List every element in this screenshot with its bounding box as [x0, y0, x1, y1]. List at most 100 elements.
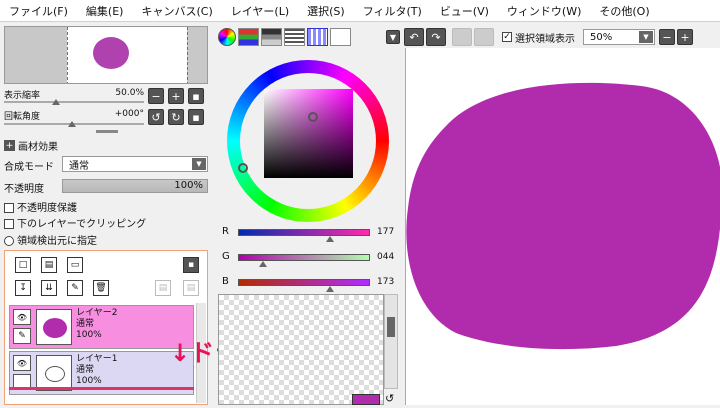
- layer-extra-icon-2: ▤: [183, 280, 199, 296]
- layer-panel: □ ▤ ▭ ▪ ↧ ⇊ ✎ 🗑 ▤ ▤ 👁 ✎ レイヤー2 通常 100% 👁 …: [4, 250, 208, 405]
- layer-thumbnail-blob: [43, 318, 67, 338]
- menu-bar: ファイル(F) 編集(E) キャンバス(C) レイヤー(L) 選択(S) フィル…: [0, 0, 720, 22]
- rotate-reset-button[interactable]: ▪: [188, 109, 204, 125]
- b-slider[interactable]: [238, 279, 370, 286]
- rotation-value: +000°: [114, 109, 144, 119]
- layer-info: レイヤー1 通常 100%: [76, 354, 117, 387]
- saturation-value-square[interactable]: [264, 89, 353, 178]
- layer-extra-icon-1: ▤: [155, 280, 171, 296]
- eye-icon[interactable]: 👁: [13, 355, 31, 371]
- r-label: R: [222, 226, 229, 237]
- preserve-opacity-label: 不透明度保護: [17, 203, 77, 214]
- undo-icon[interactable]: ↶: [404, 28, 424, 46]
- zoom-out-button[interactable]: −: [148, 88, 164, 104]
- layer-opacity: 100%: [76, 376, 102, 386]
- menu-edit[interactable]: 編集(E): [77, 3, 133, 19]
- b-label: B: [222, 276, 229, 287]
- scratchpad[interactable]: [218, 294, 384, 405]
- r-slider[interactable]: [238, 229, 370, 236]
- zoom-slider-thumb[interactable]: [52, 99, 60, 105]
- blend-mode-value: 通常: [69, 160, 89, 172]
- hue-cursor[interactable]: [238, 163, 248, 173]
- clipping-row[interactable]: 下のレイヤーでクリッピング: [4, 215, 146, 230]
- canvas-toolbar: ↶ ↷ ✓ 選択領域表示 50% ▼ − +: [404, 26, 720, 48]
- transfer-down-icon[interactable]: ↧: [15, 280, 31, 296]
- g-slider-thumb[interactable]: [259, 261, 267, 267]
- color-wheel-tab-icon[interactable]: [218, 28, 236, 46]
- menu-filter[interactable]: フィルタ(T): [354, 3, 431, 19]
- canvas-zoom-in-button[interactable]: +: [677, 29, 693, 45]
- preserve-opacity-checkbox[interactable]: [4, 203, 14, 213]
- layer-mode: 通常: [76, 365, 95, 375]
- sv-cursor[interactable]: [308, 112, 318, 122]
- zoom-reset-button[interactable]: ▪: [188, 88, 204, 104]
- scrollbar-thumb[interactable]: [387, 317, 395, 337]
- current-color-swatch[interactable]: [352, 394, 380, 405]
- new-layer-icon[interactable]: □: [15, 257, 31, 273]
- menu-canvas[interactable]: キャンバス(C): [132, 3, 221, 19]
- scratchpad-scrollbar[interactable]: [384, 294, 398, 389]
- new-folder-icon[interactable]: ▭: [67, 257, 83, 273]
- menu-file[interactable]: ファイル(F): [0, 3, 77, 19]
- layer-thumbnail-outline: [45, 366, 65, 382]
- rgb-slider-tab-icon[interactable]: [238, 28, 259, 46]
- menu-select[interactable]: 選択(S): [298, 3, 354, 19]
- selection-source-row[interactable]: 領域検出元に指定: [4, 232, 97, 247]
- layer-mode: 通常: [76, 319, 95, 329]
- clipping-checkbox[interactable]: [4, 219, 14, 229]
- canvas-zoom-out-button[interactable]: −: [659, 29, 675, 45]
- gradient-tab-icon[interactable]: [284, 28, 305, 46]
- invert-selection-icon: [474, 28, 494, 46]
- panel-menu-icon[interactable]: ▼: [386, 30, 400, 44]
- layer-opacity: 100%: [76, 330, 102, 340]
- zoom-value: 50.0%: [115, 88, 144, 98]
- new-layer-set-icon[interactable]: ▤: [41, 257, 57, 273]
- redo-icon[interactable]: ↷: [426, 28, 446, 46]
- layer-row[interactable]: 👁 ✎ レイヤー2 通常 100%: [9, 305, 194, 349]
- eye-icon[interactable]: 👁: [13, 309, 31, 325]
- canvas-zoom-select[interactable]: 50% ▼: [583, 29, 655, 45]
- zoom-in-button[interactable]: +: [168, 88, 184, 104]
- rotate-right-button[interactable]: ↻: [168, 109, 184, 125]
- panel-splitter[interactable]: [96, 130, 118, 133]
- g-slider[interactable]: [238, 254, 370, 261]
- hsv-slider-tab-icon[interactable]: [261, 28, 282, 46]
- navigator-preview[interactable]: [4, 26, 208, 84]
- swatch-tab-icon[interactable]: [307, 28, 328, 46]
- show-selection-label: 選択領域表示: [515, 33, 575, 45]
- scratchpad-tab-icon[interactable]: [330, 28, 351, 46]
- zoom-slider[interactable]: [4, 101, 144, 103]
- menu-view[interactable]: ビュー(V): [431, 3, 498, 19]
- paper-effect-row[interactable]: + 画材効果: [4, 138, 58, 153]
- opacity-label: 不透明度: [4, 184, 44, 195]
- blend-mode-select[interactable]: 通常 ▼: [62, 156, 208, 172]
- opacity-value: 100%: [174, 180, 203, 191]
- menu-layer[interactable]: レイヤー(L): [222, 3, 298, 19]
- swap-color-icon[interactable]: ↺: [385, 392, 394, 405]
- menu-other[interactable]: その他(O): [590, 3, 658, 19]
- layer-panel-menu-icon[interactable]: ▪: [183, 257, 199, 273]
- navigator-view-frame-left: [67, 27, 68, 83]
- merge-down-icon[interactable]: ⇊: [41, 280, 57, 296]
- opacity-slider[interactable]: 100%: [62, 179, 208, 193]
- chevron-down-icon: ▼: [192, 158, 206, 170]
- clear-layer-icon[interactable]: ✎: [67, 280, 83, 296]
- drawing-canvas[interactable]: [405, 48, 720, 405]
- brush-icon[interactable]: ✎: [13, 328, 31, 344]
- layer-thumbnail: [36, 309, 72, 345]
- r-value: 177: [377, 227, 395, 237]
- zoom-row: 表示縮率 50.0%: [4, 88, 144, 102]
- show-selection-checkbox[interactable]: ✓: [502, 32, 512, 42]
- expand-icon[interactable]: +: [4, 140, 15, 151]
- zoom-label: 表示縮率: [4, 91, 41, 101]
- selection-source-radio[interactable]: [4, 236, 14, 246]
- preserve-opacity-row[interactable]: 不透明度保護: [4, 199, 77, 214]
- menu-window[interactable]: ウィンドウ(W): [498, 3, 590, 19]
- b-slider-thumb[interactable]: [326, 286, 334, 292]
- canvas-zoom-value: 50%: [590, 31, 613, 43]
- layer-info: レイヤー2 通常 100%: [76, 308, 117, 341]
- delete-layer-icon[interactable]: 🗑: [93, 280, 109, 296]
- r-slider-thumb[interactable]: [326, 236, 334, 242]
- rotate-left-button[interactable]: ↺: [148, 109, 164, 125]
- rotation-slider-thumb[interactable]: [68, 121, 76, 127]
